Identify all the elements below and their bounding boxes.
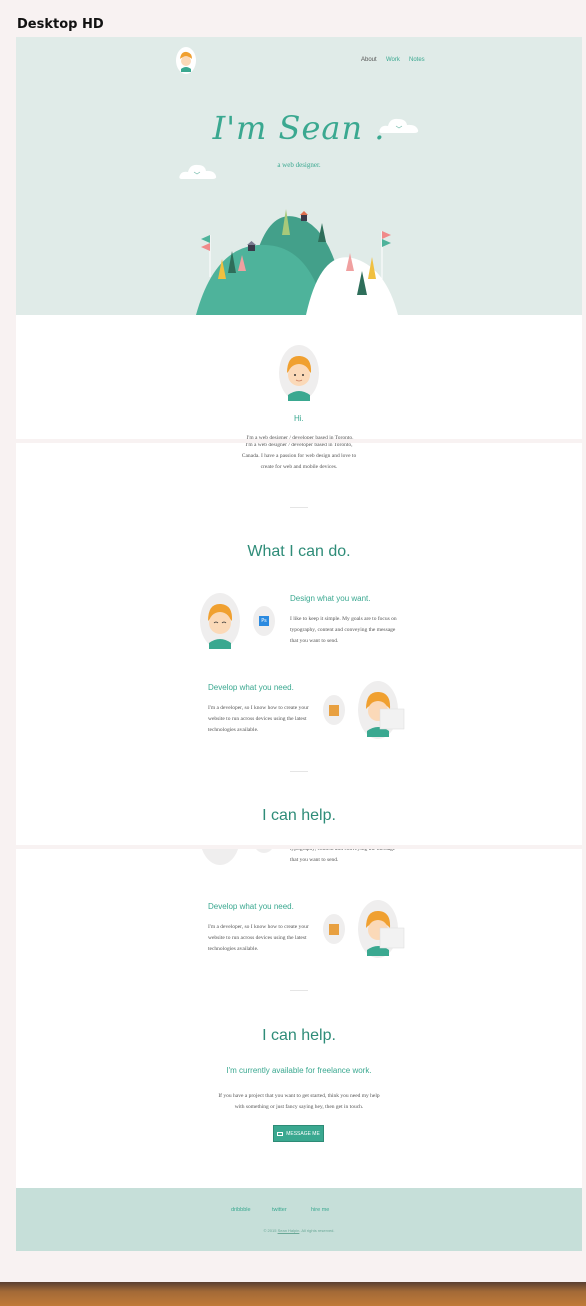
- copyright-name-link[interactable]: Sean Halpin: [278, 1228, 300, 1233]
- message-me-label: MESSAGE ME: [286, 1130, 320, 1137]
- design-line2: typography, content and conveying the me…: [290, 627, 396, 633]
- develop-avatar: [358, 681, 405, 739]
- frame-label: Desktop HD: [17, 17, 104, 32]
- develop-avatar-b: [358, 900, 405, 958]
- design-line3-b: that you want to send.: [290, 857, 339, 863]
- hero-subtitle: a web designer.: [277, 161, 321, 169]
- logo-avatar[interactable]: [176, 47, 196, 74]
- html-circle-b: [323, 914, 345, 944]
- design-heading: Design what you want.: [290, 594, 371, 603]
- frame-help: typography, content and conveying the me…: [16, 849, 582, 1251]
- help-title-preview: I can help.: [262, 807, 336, 824]
- nav-notes[interactable]: Notes: [409, 57, 425, 63]
- help-text-line1: If you have a project that you want to g…: [218, 1093, 380, 1099]
- develop-line3-b: technologies available.: [208, 946, 259, 952]
- nav-about[interactable]: About: [361, 57, 377, 63]
- hero-section: About Work Notes I'm Sean . a web design…: [16, 37, 582, 315]
- divider-3: [290, 990, 308, 991]
- divider: [290, 507, 308, 508]
- ps-circle-clip: [253, 849, 275, 853]
- footer-link-hire-me[interactable]: hire me: [311, 1207, 329, 1213]
- divider-2: [290, 771, 308, 772]
- develop-heading: Develop what you need.: [208, 683, 294, 692]
- develop-line2-b: website to run across devices using the …: [208, 935, 307, 941]
- message-me-button[interactable]: MESSAGE ME: [273, 1125, 324, 1142]
- nav-work[interactable]: Work: [386, 57, 400, 63]
- develop-heading-b: Develop what you need.: [208, 902, 294, 911]
- frame-hero: About Work Notes I'm Sean . a web design…: [16, 37, 582, 439]
- intro-text-line1-b: I'm a web designer / developer based in …: [245, 443, 353, 448]
- help-text-line2: with something or just fancy saying hey,…: [234, 1104, 364, 1110]
- intro-text-line1: I'm a web designer / developer based in …: [246, 435, 354, 439]
- design-avatar-clip: [200, 849, 240, 865]
- html-icon: [329, 704, 339, 716]
- footer-link-twitter[interactable]: twitter: [272, 1207, 287, 1213]
- hero-title: I'm Sean .: [212, 109, 386, 147]
- help-subheading: I'm currently available for freelance wo…: [226, 1066, 372, 1075]
- design-avatar: [200, 593, 240, 649]
- hills-illustration: [196, 209, 398, 315]
- footer: dribbble twitter hire me © 2015 Sean Hal…: [16, 1188, 582, 1251]
- footer-link-dribbble[interactable]: dribbble: [231, 1207, 251, 1213]
- help-title: I can help.: [262, 1027, 336, 1044]
- intro-text-line3: create for web and mobile devices.: [260, 464, 338, 470]
- design-line3: that you want to send.: [290, 638, 339, 644]
- html-icon: [329, 923, 339, 935]
- develop-line1-b: I'm a developer, so I know how to create…: [208, 924, 309, 930]
- develop-line3: technologies available.: [208, 727, 259, 733]
- mail-icon: [277, 1131, 284, 1136]
- skills-title: What I can do.: [247, 543, 351, 560]
- photoshop-icon: Ps: [259, 616, 269, 626]
- frame-skills: I'm a web designer / developer based in …: [16, 443, 582, 845]
- copyright-prefix: © 2015: [263, 1228, 277, 1233]
- copyright-suffix: . All rights reserved.: [299, 1228, 335, 1233]
- intro-heading: Hi.: [294, 414, 304, 423]
- footer-copyright: © 2015 Sean Halpin. All rights reserved.: [16, 1228, 582, 1233]
- html-circle: [323, 695, 345, 725]
- design-line1: I like to keep it simple. My goals are t…: [290, 616, 397, 622]
- develop-line1: I'm a developer, so I know how to create…: [208, 705, 309, 711]
- develop-line2: website to run across devices using the …: [208, 716, 307, 722]
- bottom-wood-strip: [0, 1282, 586, 1306]
- ps-circle: Ps: [253, 606, 275, 636]
- intro-text-line2: Canada. I have a passion for web design …: [241, 453, 357, 459]
- intro-avatar: [279, 345, 319, 401]
